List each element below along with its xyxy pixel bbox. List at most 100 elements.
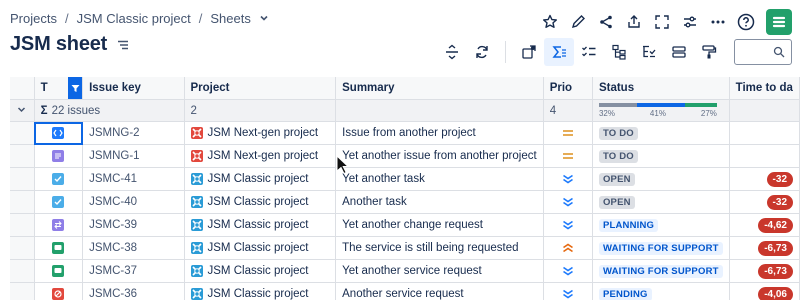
priority-cell[interactable]: [543, 144, 593, 168]
status-cell[interactable]: TO DO: [592, 144, 730, 168]
title-menu-icon[interactable]: [117, 40, 129, 50]
project-cell[interactable]: JSM Classic project: [184, 213, 337, 237]
type-cell[interactable]: [34, 167, 84, 191]
issue-key[interactable]: JSMC-40: [82, 190, 185, 214]
edit-icon[interactable]: [564, 8, 592, 36]
status-cell[interactable]: OPEN: [592, 167, 730, 191]
type-cell[interactable]: [34, 121, 84, 145]
project-cell[interactable]: JSM Classic project: [184, 282, 337, 300]
star-icon[interactable]: [536, 8, 564, 36]
status-cell[interactable]: WAITING FOR SUPPORT: [592, 259, 730, 283]
status-cell[interactable]: PLANNING: [592, 213, 730, 237]
summary-cell[interactable]: Yet another issue from another project: [335, 144, 544, 168]
settings-sliders-icon[interactable]: [676, 8, 704, 36]
status-cell[interactable]: OPEN: [592, 190, 730, 214]
summary-cell[interactable]: Another task: [335, 190, 544, 214]
type-cell[interactable]: [34, 259, 84, 283]
collapse-toggle[interactable]: [10, 99, 35, 122]
priority-cell[interactable]: [543, 167, 593, 191]
filter-tree-icon[interactable]: [634, 38, 664, 66]
fullscreen-icon[interactable]: [648, 8, 676, 36]
type-cell[interactable]: [34, 190, 84, 214]
breadcrumb-projects[interactable]: Projects: [10, 11, 57, 26]
export-icon[interactable]: [620, 8, 648, 36]
more-icon[interactable]: [704, 8, 732, 36]
row-handle[interactable]: [10, 167, 35, 191]
priority-cell[interactable]: [543, 190, 593, 214]
filter-icon[interactable]: [68, 77, 82, 99]
chevron-down-icon[interactable]: [17, 105, 26, 114]
issue-key[interactable]: JSMNG-2: [82, 121, 185, 145]
priority-cell[interactable]: [543, 282, 593, 300]
hierarchy-icon[interactable]: [604, 38, 634, 66]
type-cell[interactable]: [34, 213, 84, 237]
table-row[interactable]: JSMC-38 JSM Classic project The service is…: [10, 236, 800, 260]
row-handle[interactable]: [10, 213, 35, 237]
row-handle[interactable]: [10, 259, 35, 283]
issue-key[interactable]: JSMNG-1: [82, 144, 185, 168]
priority-cell[interactable]: [543, 259, 593, 283]
summary-cell[interactable]: Yet another service request: [335, 259, 544, 283]
summary-cell[interactable]: Yet another task: [335, 167, 544, 191]
refresh-icon[interactable]: [467, 38, 497, 66]
table-row[interactable]: JSMC-41 JSM Classic project Yet another ta…: [10, 167, 800, 191]
priority-cell[interactable]: [543, 236, 593, 260]
summary-cell[interactable]: Issue from another project: [335, 121, 544, 145]
sum-icon[interactable]: [544, 38, 574, 66]
summary-cell[interactable]: Another service request: [335, 282, 544, 300]
status-cell[interactable]: TO DO: [592, 121, 730, 145]
column-header-priority[interactable]: Prio: [543, 77, 593, 100]
row-handle[interactable]: [10, 121, 35, 145]
column-header-time-to-done[interactable]: Time to da: [729, 77, 800, 100]
project-cell[interactable]: JSM Next-gen project: [184, 144, 337, 168]
search-icon: [773, 46, 785, 58]
row-handle[interactable]: [10, 236, 35, 260]
column-header-issue-key[interactable]: Issue key: [82, 77, 185, 100]
project-cell[interactable]: JSM Classic project: [184, 167, 337, 191]
project-cell[interactable]: JSM Classic project: [184, 259, 337, 283]
project-cell[interactable]: JSM Next-gen project: [184, 121, 337, 145]
status-cell[interactable]: WAITING FOR SUPPORT: [592, 236, 730, 260]
issue-key[interactable]: JSMC-38: [82, 236, 185, 260]
group-icon[interactable]: [664, 38, 694, 66]
table-row[interactable]: JSMNG-2 JSM Next-gen project Issue from an…: [10, 121, 800, 145]
status-cell[interactable]: PENDING: [592, 282, 730, 300]
row-height-icon[interactable]: [437, 38, 467, 66]
issue-key[interactable]: JSMC-36: [82, 282, 185, 300]
breadcrumb-sheets[interactable]: Sheets: [210, 11, 250, 26]
type-cell[interactable]: [34, 144, 84, 168]
column-header-status[interactable]: Status: [592, 77, 730, 100]
table-row[interactable]: JSMC-37 JSM Classic project Yet another se…: [10, 259, 800, 283]
summary-cell[interactable]: Yet another change request: [335, 213, 544, 237]
priority-cell[interactable]: [543, 213, 593, 237]
breadcrumb-project[interactable]: JSM Classic project: [77, 11, 191, 26]
row-handle[interactable]: [10, 282, 35, 300]
format-paint-icon[interactable]: [694, 38, 724, 66]
row-handle[interactable]: [10, 190, 35, 214]
search-input[interactable]: [734, 39, 792, 65]
priority-cell[interactable]: [543, 121, 593, 145]
app-logo[interactable]: [766, 9, 792, 35]
column-header-type[interactable]: T: [34, 77, 84, 100]
project-cell[interactable]: JSM Classic project: [184, 190, 337, 214]
help-icon[interactable]: [732, 8, 760, 36]
type-cell[interactable]: [34, 282, 84, 300]
table-row[interactable]: JSMC-36 JSM Classic project Another servic…: [10, 282, 800, 300]
add-view-icon[interactable]: [514, 38, 544, 66]
breadcrumb: Projects / JSM Classic project / Sheets: [10, 11, 269, 26]
column-header-summary[interactable]: Summary: [335, 77, 544, 100]
chevron-down-icon[interactable]: [259, 11, 269, 26]
checklist-icon[interactable]: [574, 38, 604, 66]
table-row[interactable]: JSMC-39 JSM Classic project Yet another ch…: [10, 213, 800, 237]
table-row[interactable]: JSMC-40 JSM Classic project Another task OP…: [10, 190, 800, 214]
issue-key[interactable]: JSMC-39: [82, 213, 185, 237]
issue-key[interactable]: JSMC-37: [82, 259, 185, 283]
column-header-project[interactable]: Project: [184, 77, 337, 100]
summary-cell[interactable]: The service is still being requested: [335, 236, 544, 260]
table-row[interactable]: JSMNG-1 JSM Next-gen project Yet another i…: [10, 144, 800, 168]
row-handle[interactable]: [10, 144, 35, 168]
project-cell[interactable]: JSM Classic project: [184, 236, 337, 260]
share-icon[interactable]: [592, 8, 620, 36]
issue-key[interactable]: JSMC-41: [82, 167, 185, 191]
type-cell[interactable]: [34, 236, 84, 260]
